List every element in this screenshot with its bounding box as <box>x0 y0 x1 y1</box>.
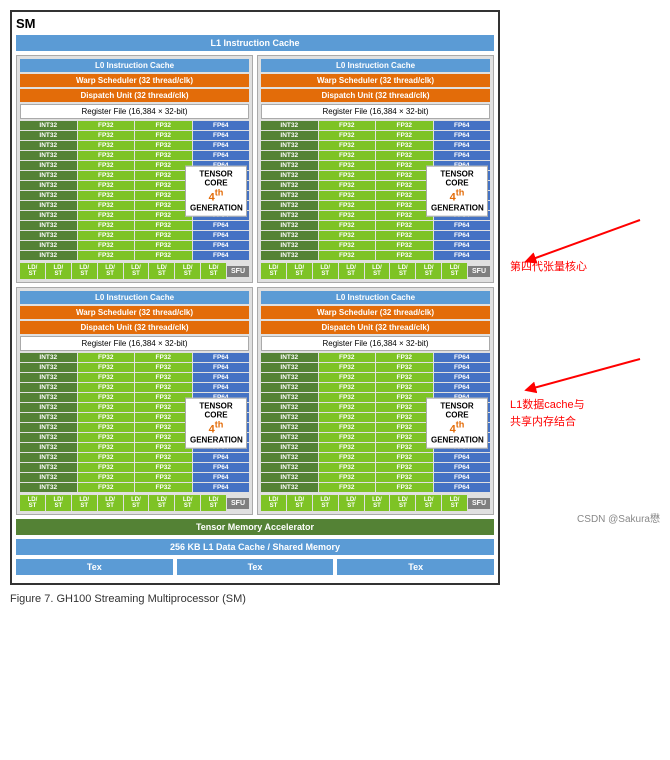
q4-sfu: SFU <box>468 498 490 509</box>
q2-ldst-4: LD/ST <box>339 263 364 279</box>
arrow-l1-cache-svg <box>510 354 650 394</box>
q3-warp-scheduler: Warp Scheduler (32 thread/clk) <box>20 306 249 319</box>
q1-register-file: Register File (16,384 × 32-bit) <box>20 104 249 119</box>
q4-ldst-8: LD/ST <box>442 495 467 511</box>
quadrant-top-right: L0 Instruction Cache Warp Scheduler (32 … <box>257 55 494 283</box>
annotation-tensor-core: 第四代张量核心 <box>510 210 660 274</box>
csdn-credit-wrapper: CSDN @Sakura懋 <box>510 510 660 525</box>
q4-cuda-area: INT32FP32FP32FP64 INT32FP32FP32FP64 INT3… <box>261 353 490 493</box>
q3-ldst-6: LD/ST <box>149 495 174 511</box>
q3-ldst-4: LD/ST <box>98 495 123 511</box>
q3-register-file: Register File (16,384 × 32-bit) <box>20 336 249 351</box>
q1-ldst-2: LD/ST <box>46 263 71 279</box>
q3-dispatch-unit: Dispatch Unit (32 thread/clk) <box>20 321 249 334</box>
annotation-l1-cache-text: L1数据cache与 共享内存结合 <box>510 397 660 430</box>
diagram-container: SM L1 Instruction Cache L0 Instruction C… <box>10 10 500 605</box>
q2-register-file: Register File (16,384 × 32-bit) <box>261 104 490 119</box>
q4-l0-cache: L0 Instruction Cache <box>261 291 490 304</box>
tex-2: Tex <box>177 559 334 575</box>
sm-title: SM <box>16 16 494 31</box>
q2-warp-scheduler: Warp Scheduler (32 thread/clk) <box>261 74 490 87</box>
q4-ldst-3: LD/ST <box>313 495 338 511</box>
q4-tensor-core: TENSOR CORE 4th GENERATION <box>426 398 488 449</box>
quadrants-grid: L0 Instruction Cache Warp Scheduler (32 … <box>16 55 494 515</box>
q1-ldst-6: LD/ST <box>149 263 174 279</box>
q4-ldst-6: LD/ST <box>390 495 415 511</box>
q4-sfu-row: LD/ST LD/ST LD/ST LD/ST LD/ST LD/ST LD/S… <box>261 495 490 511</box>
q4-warp-scheduler: Warp Scheduler (32 thread/clk) <box>261 306 490 319</box>
q4-ldst-5: LD/ST <box>365 495 390 511</box>
q1-ldst-3: LD/ST <box>72 263 97 279</box>
quadrant-top-left: L0 Instruction Cache Warp Scheduler (32 … <box>16 55 253 283</box>
q1-ldst-5: LD/ST <box>124 263 149 279</box>
q2-sfu-row: LD/ST LD/ST LD/ST LD/ST LD/ST LD/ST LD/S… <box>261 263 490 279</box>
q3-ldst-8: LD/ST <box>201 495 226 511</box>
q2-tensor-core: TENSOR CORE 4th GENERATION <box>426 166 488 217</box>
q3-tensor-core: TENSOR CORE 4th GENERATION <box>185 398 247 449</box>
q3-l0-cache: L0 Instruction Cache <box>20 291 249 304</box>
q1-ldst-4: LD/ST <box>98 263 123 279</box>
l1-instruction-cache: L1 Instruction Cache <box>16 35 494 51</box>
tensor-memory-accelerator: Tensor Memory Accelerator <box>16 519 494 535</box>
q4-ldst-2: LD/ST <box>287 495 312 511</box>
q1-l0-cache: L0 Instruction Cache <box>20 59 249 72</box>
q4-ldst-4: LD/ST <box>339 495 364 511</box>
q2-ldst-5: LD/ST <box>365 263 390 279</box>
q3-cuda-area: INT32FP32FP32FP64 INT32FP32FP32FP64 INT3… <box>20 353 249 493</box>
annotation-l1-cache: L1数据cache与 共享内存结合 <box>510 354 660 430</box>
q3-ldst-2: LD/ST <box>46 495 71 511</box>
q2-ldst-8: LD/ST <box>442 263 467 279</box>
quadrant-bottom-right: L0 Instruction Cache Warp Scheduler (32 … <box>257 287 494 515</box>
q2-sfu: SFU <box>468 266 490 277</box>
q4-ldst-7: LD/ST <box>416 495 441 511</box>
q4-register-file: Register File (16,384 × 32-bit) <box>261 336 490 351</box>
tex-row: Tex Tex Tex <box>16 559 494 575</box>
l1-data-cache: 256 KB L1 Data Cache / Shared Memory <box>16 539 494 555</box>
q2-dispatch-unit: Dispatch Unit (32 thread/clk) <box>261 89 490 102</box>
q2-l0-cache: L0 Instruction Cache <box>261 59 490 72</box>
q3-sfu: SFU <box>227 498 249 509</box>
q4-ldst-1: LD/ST <box>261 495 286 511</box>
q1-ldst-7: LD/ST <box>175 263 200 279</box>
q3-sfu-row: LD/ST LD/ST LD/ST LD/ST LD/ST LD/ST LD/S… <box>20 495 249 511</box>
q1-ldst-8: LD/ST <box>201 263 226 279</box>
q2-ldst-6: LD/ST <box>390 263 415 279</box>
q1-sfu-row: LD/ST LD/ST LD/ST LD/ST LD/ST LD/ST LD/S… <box>20 263 249 279</box>
q1-ldst-1: LD/ST <box>20 263 45 279</box>
figure-caption: Figure 7. GH100 Streaming Multiprocessor… <box>10 593 500 605</box>
q2-cuda-area: INT32FP32FP32FP64 INT32FP32FP32FP64 INT3… <box>261 121 490 261</box>
q1-tensor-core: TENSOR CORE 4th GENERATION <box>185 166 247 217</box>
q2-ldst-3: LD/ST <box>313 263 338 279</box>
q1-cuda-area: INT32FP32FP32FP64 INT32FP32FP32FP64 INT3… <box>20 121 249 261</box>
q3-ldst-3: LD/ST <box>72 495 97 511</box>
tex-3: Tex <box>337 559 494 575</box>
q2-ldst-2: LD/ST <box>287 263 312 279</box>
q1-sfu: SFU <box>227 266 249 277</box>
q3-ldst-7: LD/ST <box>175 495 200 511</box>
q1-warp-scheduler: Warp Scheduler (32 thread/clk) <box>20 74 249 87</box>
q2-ldst-1: LD/ST <box>261 263 286 279</box>
q3-ldst-1: LD/ST <box>20 495 45 511</box>
q4-dispatch-unit: Dispatch Unit (32 thread/clk) <box>261 321 490 334</box>
tex-1: Tex <box>16 559 173 575</box>
right-annotations: 第四代张量核心 L1数据cache与 共享内存结合 CSDN @Sakura懋 <box>510 10 660 525</box>
q3-ldst-5: LD/ST <box>124 495 149 511</box>
quadrant-bottom-left: L0 Instruction Cache Warp Scheduler (32 … <box>16 287 253 515</box>
csdn-credit: CSDN @Sakura懋 <box>510 510 660 525</box>
q1-dispatch-unit: Dispatch Unit (32 thread/clk) <box>20 89 249 102</box>
sm-block: SM L1 Instruction Cache L0 Instruction C… <box>10 10 500 585</box>
q2-ldst-7: LD/ST <box>416 263 441 279</box>
